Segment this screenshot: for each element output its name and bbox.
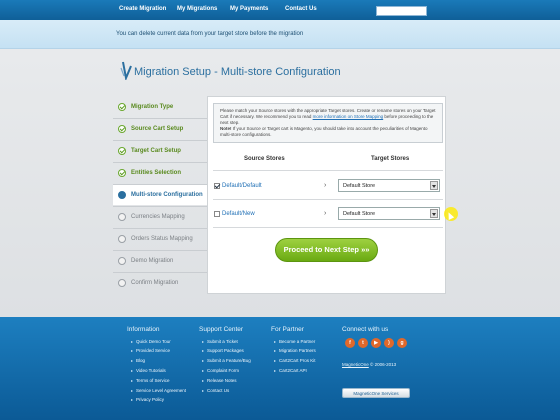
footer-link[interactable]: Support Packages <box>202 348 244 353</box>
footer-link[interactable]: Release Notes <box>202 378 237 383</box>
note-label: Note! <box>220 126 232 131</box>
store-mapping-info-link[interactable]: more information on Store Mapping <box>313 114 384 119</box>
footer-information-title: Information <box>127 326 160 333</box>
step-label: Currencies Mapping <box>131 214 185 220</box>
store-checkbox[interactable] <box>214 183 220 189</box>
footer-link[interactable]: Cart2Cart API <box>274 368 307 373</box>
source-store-name[interactable]: Default/Default <box>222 183 262 189</box>
target-store-select[interactable]: Default Store <box>338 179 440 192</box>
brand-link[interactable]: MagneticOne <box>342 362 369 367</box>
top-navigation-bar: Create Migration My Migrations My Paymen… <box>0 0 560 20</box>
step-multi-store-configuration[interactable]: Multi-store Configuration <box>113 185 207 205</box>
footer-link[interactable]: Cart2Cart Pros Kit <box>274 358 316 363</box>
search-input[interactable] <box>376 6 427 16</box>
target-stores-header: Target Stores <box>371 156 410 162</box>
step-label: Migration Type <box>131 104 174 110</box>
check-icon <box>118 103 126 111</box>
step-migration-type[interactable]: Migration Type <box>113 97 207 117</box>
store-checkbox[interactable] <box>214 211 220 217</box>
source-stores-header: Source Stores <box>244 156 285 162</box>
step-label: Multi-store Configuration <box>131 192 203 198</box>
step-demo-migration: Demo Migration <box>113 251 207 271</box>
check-icon <box>118 147 126 155</box>
footer-link[interactable]: Migration Partners <box>274 348 316 353</box>
step-label: Confirm Migration <box>131 280 179 286</box>
footer-partner-title: For Partner <box>271 326 304 333</box>
check-icon <box>118 125 126 133</box>
chevron-down-icon[interactable] <box>430 181 438 190</box>
step-label: Orders Status Mapping <box>131 236 193 242</box>
source-store-name[interactable]: Default/New <box>222 211 255 217</box>
step-target-cart-setup[interactable]: Target Cart Setup <box>113 141 207 161</box>
chevron-right-icon: › <box>324 182 327 189</box>
divider <box>213 227 443 228</box>
page-title: Migration Setup - Multi-store Configurat… <box>134 66 341 78</box>
step-label: Demo Migration <box>131 258 174 264</box>
pending-step-icon <box>118 257 126 265</box>
cart2cart-logo-icon <box>120 61 132 80</box>
nav-my-payments[interactable]: My Payments <box>230 6 268 12</box>
select-value: Default Store <box>343 183 376 189</box>
footer-support-title: Support Center <box>199 326 244 333</box>
notice-text: You can delete current data from your ta… <box>116 31 304 37</box>
footer-link[interactable]: Become a Partner <box>274 339 315 344</box>
footer-link[interactable]: Service Level Agreement <box>131 388 186 393</box>
twitter-icon[interactable]: t <box>358 338 368 348</box>
pending-step-icon <box>118 279 126 287</box>
note-text: If your Source or Target cart is Magento… <box>220 126 428 137</box>
nav-create-migration[interactable]: Create Migration <box>119 6 166 12</box>
footer-link[interactable]: Provided Service <box>131 348 170 353</box>
step-confirm-migration: Confirm Migration <box>113 273 207 293</box>
footer-link[interactable]: Quick Demo Tour <box>131 339 171 344</box>
step-label: Target Cart Setup <box>131 148 181 154</box>
current-step-icon <box>118 191 126 199</box>
google-plus-icon[interactable]: g <box>397 338 407 348</box>
proceed-next-step-button[interactable]: Proceed to Next Step »» <box>275 238 378 262</box>
step-source-cart-setup[interactable]: Source Cart Setup <box>113 119 207 139</box>
step-label: Entities Selection <box>131 170 182 176</box>
info-box: Please match your Source stores with the… <box>213 103 443 143</box>
nav-contact-us[interactable]: Contact Us <box>285 6 317 12</box>
footer-link[interactable]: Terms of Service <box>131 378 170 383</box>
rss-icon[interactable]: ) <box>384 338 394 348</box>
store-mapping-row: Default/Default › Default Store <box>213 178 443 196</box>
nav-my-migrations[interactable]: My Migrations <box>177 6 217 12</box>
target-store-select[interactable]: Default Store <box>338 207 440 220</box>
step-orders-status-mapping: Orders Status Mapping <box>113 229 207 249</box>
footer-link[interactable]: Video Tutorials <box>131 368 166 373</box>
youtube-icon[interactable]: ▶ <box>371 338 381 348</box>
copyright-text: MagneticOne © 2006-2013 <box>342 362 396 367</box>
footer-link[interactable]: Submit a Feature/Bug <box>202 358 251 363</box>
copyright-years: © 2006-2013 <box>368 362 397 367</box>
footer-link[interactable]: Complaint Form <box>202 368 239 373</box>
footer-link[interactable]: Submit a Ticket <box>202 339 238 344</box>
notice-bar: You can delete current data from your ta… <box>0 20 560 49</box>
facebook-icon[interactable]: f <box>345 338 355 348</box>
magneticone-services-button[interactable]: MagneticOne Services <box>342 388 410 398</box>
footer-connect-title: Connect with us <box>342 326 389 333</box>
store-mapping-row: Default/New › Default Store <box>213 206 443 224</box>
footer-link[interactable]: Privacy Policy <box>131 397 164 402</box>
footer-link[interactable]: Contact Us <box>202 388 229 393</box>
step-entities-selection[interactable]: Entities Selection <box>113 163 207 183</box>
pending-step-icon <box>118 235 126 243</box>
divider <box>213 170 443 171</box>
step-label: Source Cart Setup <box>131 126 184 132</box>
chevron-down-icon[interactable] <box>430 209 438 218</box>
step-currencies-mapping: Currencies Mapping <box>113 207 207 227</box>
chevron-right-icon: › <box>324 210 327 217</box>
divider <box>213 199 443 200</box>
footer-link[interactable]: Blog <box>131 358 145 363</box>
select-value: Default Store <box>343 211 376 217</box>
pending-step-icon <box>118 213 126 221</box>
check-icon <box>118 169 126 177</box>
